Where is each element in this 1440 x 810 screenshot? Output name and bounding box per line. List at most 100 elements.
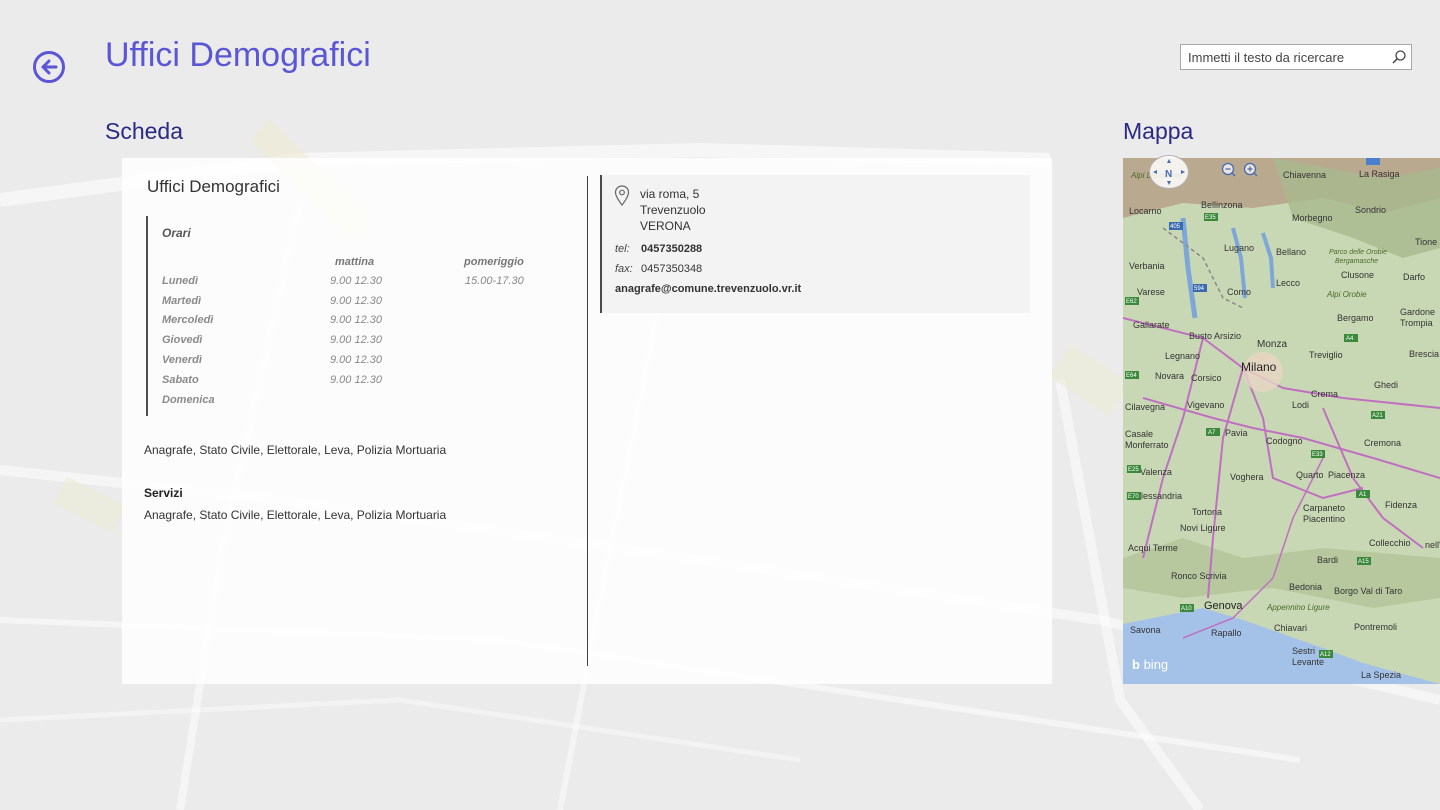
svg-text:Piacenza: Piacenza xyxy=(1328,470,1365,480)
svg-text:E33: E33 xyxy=(1312,452,1323,458)
svg-text:Appennino Ligure: Appennino Ligure xyxy=(1266,603,1330,612)
map-compass[interactable]: N xyxy=(1149,155,1189,189)
svg-text:Quarto: Quarto xyxy=(1296,470,1324,480)
hours-row: Martedì 9.00 12.30 xyxy=(162,295,542,313)
svg-text:Alessandria: Alessandria xyxy=(1135,491,1182,501)
svg-text:Lodi: Lodi xyxy=(1292,400,1309,410)
svg-text:Ghedi: Ghedi xyxy=(1374,380,1398,390)
hours-day: Martedì xyxy=(162,295,202,307)
svg-text:594: 594 xyxy=(1194,286,1205,292)
svg-text:Treviglio: Treviglio xyxy=(1309,350,1343,360)
svg-text:nell': nell' xyxy=(1425,540,1440,550)
svg-text:Alpi Orobie: Alpi Orobie xyxy=(1326,290,1367,299)
svg-text:Sondrio: Sondrio xyxy=(1355,205,1386,215)
svg-text:Parco delle Orobie: Parco delle Orobie xyxy=(1329,249,1387,256)
svg-text:Chiavenna: Chiavenna xyxy=(1283,170,1326,180)
office-description: Anagrafe, Stato Civile, Elettorale, Leva… xyxy=(144,443,447,457)
svg-text:Valenza: Valenza xyxy=(1140,467,1172,477)
map-view[interactable]: Alpi Lepontine Chiavenna La Rasiga Belli… xyxy=(1123,158,1440,684)
svg-text:Voghera: Voghera xyxy=(1230,472,1264,482)
svg-text:Genova: Genova xyxy=(1204,600,1243,612)
column-header-morning: mattina xyxy=(335,256,375,268)
fax-label: fax: xyxy=(615,263,633,275)
hours-day: Domenica xyxy=(162,394,215,406)
svg-text:Carpaneto: Carpaneto xyxy=(1303,503,1345,513)
svg-text:Trompia: Trompia xyxy=(1400,318,1433,328)
svg-text:Casale: Casale xyxy=(1125,429,1153,439)
svg-text:Acqui Terme: Acqui Terme xyxy=(1128,543,1178,553)
info-card: Uffici Demografici Orari mattina pomerig… xyxy=(122,158,1052,684)
svg-text:E62: E62 xyxy=(1126,299,1137,305)
section-title-scheda: Scheda xyxy=(105,118,184,144)
hours-row: Giovedì 9.00 12.30 xyxy=(162,334,542,352)
hours-title: Orari xyxy=(162,226,191,240)
svg-text:Gardone: Gardone xyxy=(1400,307,1435,317)
zoom-in-icon[interactable] xyxy=(1243,162,1259,178)
email-link[interactable]: anagrafe@comune.trevenzuolo.vr.it xyxy=(615,283,801,295)
svg-text:Busto Arsizio: Busto Arsizio xyxy=(1189,331,1241,341)
hours-table: Orari mattina pomeriggio Lunedì 9.00 12.… xyxy=(146,216,546,416)
svg-text:Bergamasche: Bergamasche xyxy=(1335,258,1378,265)
hours-day: Lunedì xyxy=(162,275,199,287)
column-header-afternoon: pomeriggio xyxy=(464,256,524,268)
svg-text:A10: A10 xyxy=(1181,606,1192,612)
contact-box: via roma, 5 Trevenzuolo VERONA tel: 0457… xyxy=(600,175,1030,313)
zoom-out-icon[interactable] xyxy=(1221,162,1237,178)
services-label: Servizi xyxy=(144,486,183,500)
svg-text:N: N xyxy=(1165,169,1172,180)
svg-text:La Rasiga: La Rasiga xyxy=(1359,169,1400,179)
hours-afternoon: 15.00-17.30 xyxy=(465,275,524,287)
address-city: Trevenzuolo xyxy=(640,203,706,217)
hours-day: Mercoledì xyxy=(162,314,214,326)
svg-text:Crema: Crema xyxy=(1311,389,1338,399)
svg-text:Morbegno: Morbegno xyxy=(1292,213,1333,223)
hours-morning: 9.00 12.30 xyxy=(330,354,382,366)
svg-text:Monza: Monza xyxy=(1257,339,1287,350)
svg-text:E25: E25 xyxy=(1128,467,1139,473)
compass-icon: N xyxy=(1153,159,1185,185)
svg-text:E70: E70 xyxy=(1128,494,1139,500)
svg-text:Bardi: Bardi xyxy=(1317,555,1338,565)
svg-text:Tortona: Tortona xyxy=(1192,507,1222,517)
svg-text:Milano: Milano xyxy=(1241,360,1277,374)
svg-text:Lugano: Lugano xyxy=(1224,243,1254,253)
section-title-mappa: Mappa xyxy=(1123,118,1194,144)
card-title: Uffici Demografici xyxy=(147,177,280,196)
svg-text:Pavia: Pavia xyxy=(1225,428,1248,438)
svg-text:Gallarate: Gallarate xyxy=(1133,320,1170,330)
back-button[interactable] xyxy=(33,51,65,83)
svg-text:Chiavari: Chiavari xyxy=(1274,623,1307,633)
svg-text:Bellano: Bellano xyxy=(1276,247,1306,257)
svg-text:Varese: Varese xyxy=(1137,287,1165,297)
hours-morning: 9.00 12.30 xyxy=(330,334,382,346)
bing-logo-icon: b xyxy=(1132,657,1140,672)
svg-text:Codogno: Codogno xyxy=(1266,436,1303,446)
map-canvas[interactable]: Alpi Lepontine Chiavenna La Rasiga Belli… xyxy=(1123,158,1440,684)
search-box[interactable] xyxy=(1180,44,1412,70)
hours-morning: 9.00 12.30 xyxy=(330,295,382,307)
svg-text:Bedonia: Bedonia xyxy=(1289,582,1322,592)
search-icon[interactable] xyxy=(1391,49,1407,65)
tel-value[interactable]: 0457350288 xyxy=(641,243,702,255)
hours-day: Venerdì xyxy=(162,354,202,366)
svg-text:A4: A4 xyxy=(1346,336,1354,342)
hours-day: Sabato xyxy=(162,374,199,386)
svg-text:Cilavegna: Cilavegna xyxy=(1125,402,1165,412)
services-text: Anagrafe, Stato Civile, Elettorale, Leva… xyxy=(144,508,447,522)
svg-text:Darfo: Darfo xyxy=(1403,272,1425,282)
svg-text:Fidenza: Fidenza xyxy=(1385,500,1417,510)
svg-text:Brescia: Brescia xyxy=(1409,349,1439,359)
svg-text:Novara: Novara xyxy=(1155,371,1184,381)
search-input[interactable] xyxy=(1181,45,1388,69)
svg-text:Pontremoli: Pontremoli xyxy=(1354,622,1397,632)
svg-text:Corsico: Corsico xyxy=(1191,373,1222,383)
svg-text:E64: E64 xyxy=(1126,373,1137,379)
svg-text:Piacentino: Piacentino xyxy=(1303,514,1345,524)
svg-text:A1: A1 xyxy=(1359,492,1367,498)
address-street: via roma, 5 xyxy=(640,187,700,201)
hours-row: Sabato 9.00 12.30 xyxy=(162,374,542,392)
svg-text:Vigevano: Vigevano xyxy=(1187,400,1224,410)
fax-value: 0457350348 xyxy=(641,263,703,275)
svg-text:Locarno: Locarno xyxy=(1129,206,1162,216)
svg-text:Rapallo: Rapallo xyxy=(1211,628,1242,638)
